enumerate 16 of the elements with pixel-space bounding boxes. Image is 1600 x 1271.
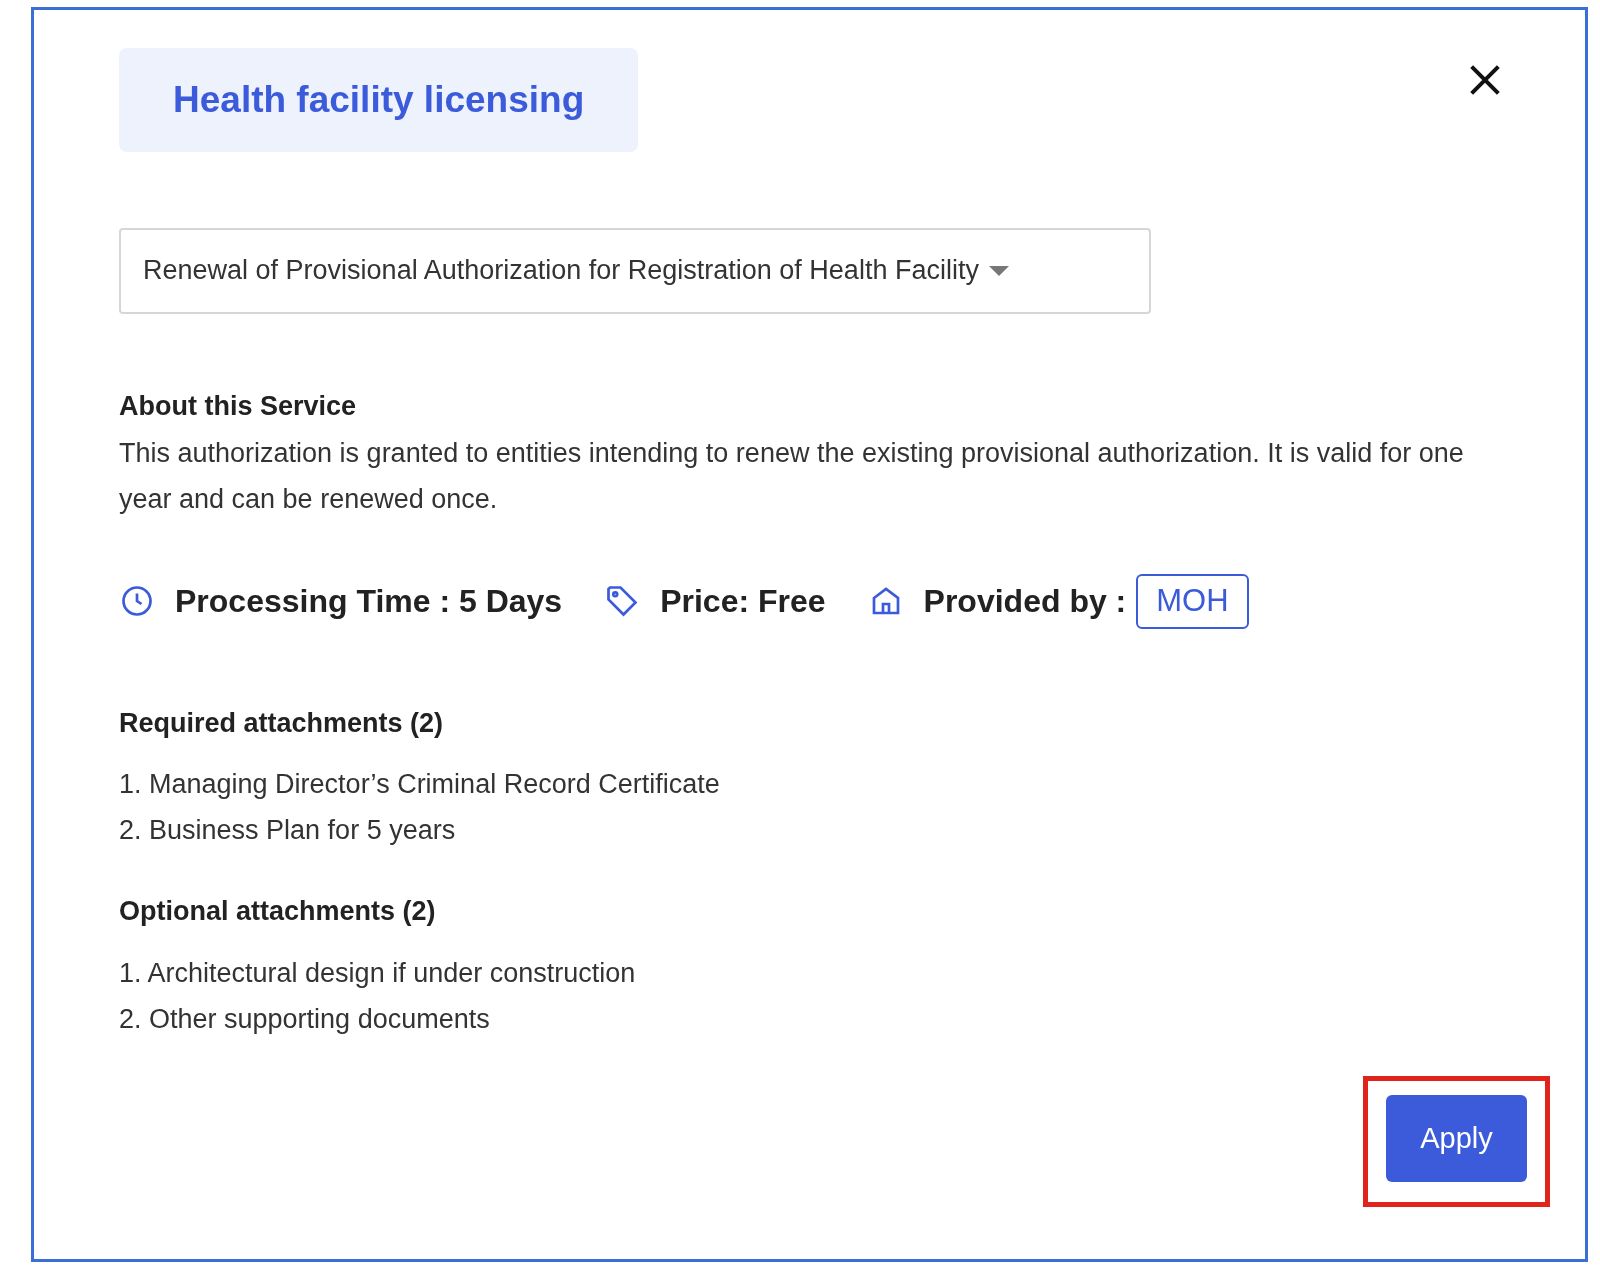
service-dropdown[interactable]: Renewal of Provisional Authorization for Registration of Health Facility — [119, 227, 1151, 314]
meta-label: Processing Time : 5 Days — [175, 582, 563, 622]
apply-button[interactable]: Apply — [1386, 1095, 1527, 1182]
meta-label: Price: Free — [660, 582, 826, 622]
section-heading: Required attachments (2) — [119, 706, 445, 740]
dialog-title: Health facility licensing — [119, 48, 639, 152]
caret-icon — [988, 265, 1009, 276]
meta-label: Provided by : — [923, 582, 1127, 622]
provider-badge: MOH — [1136, 574, 1249, 629]
attachment-item: 2. Business Plan for 5 years — [119, 814, 457, 847]
attachment-item: 1. Architectural design if under construction — [119, 956, 637, 990]
attachment-item: 2. Other supporting documents — [119, 1002, 491, 1036]
about-heading: About this Service — [119, 389, 358, 423]
section-heading: Optional attachments (2) — [119, 895, 437, 928]
about-text: This authorization is granted to entities intending to renew the existing provisional authorization. It is valid for one year and can be renewed once. — [119, 437, 1465, 516]
attachment-item: 1. Managing Director’s Criminal Record Certificate — [119, 768, 721, 801]
